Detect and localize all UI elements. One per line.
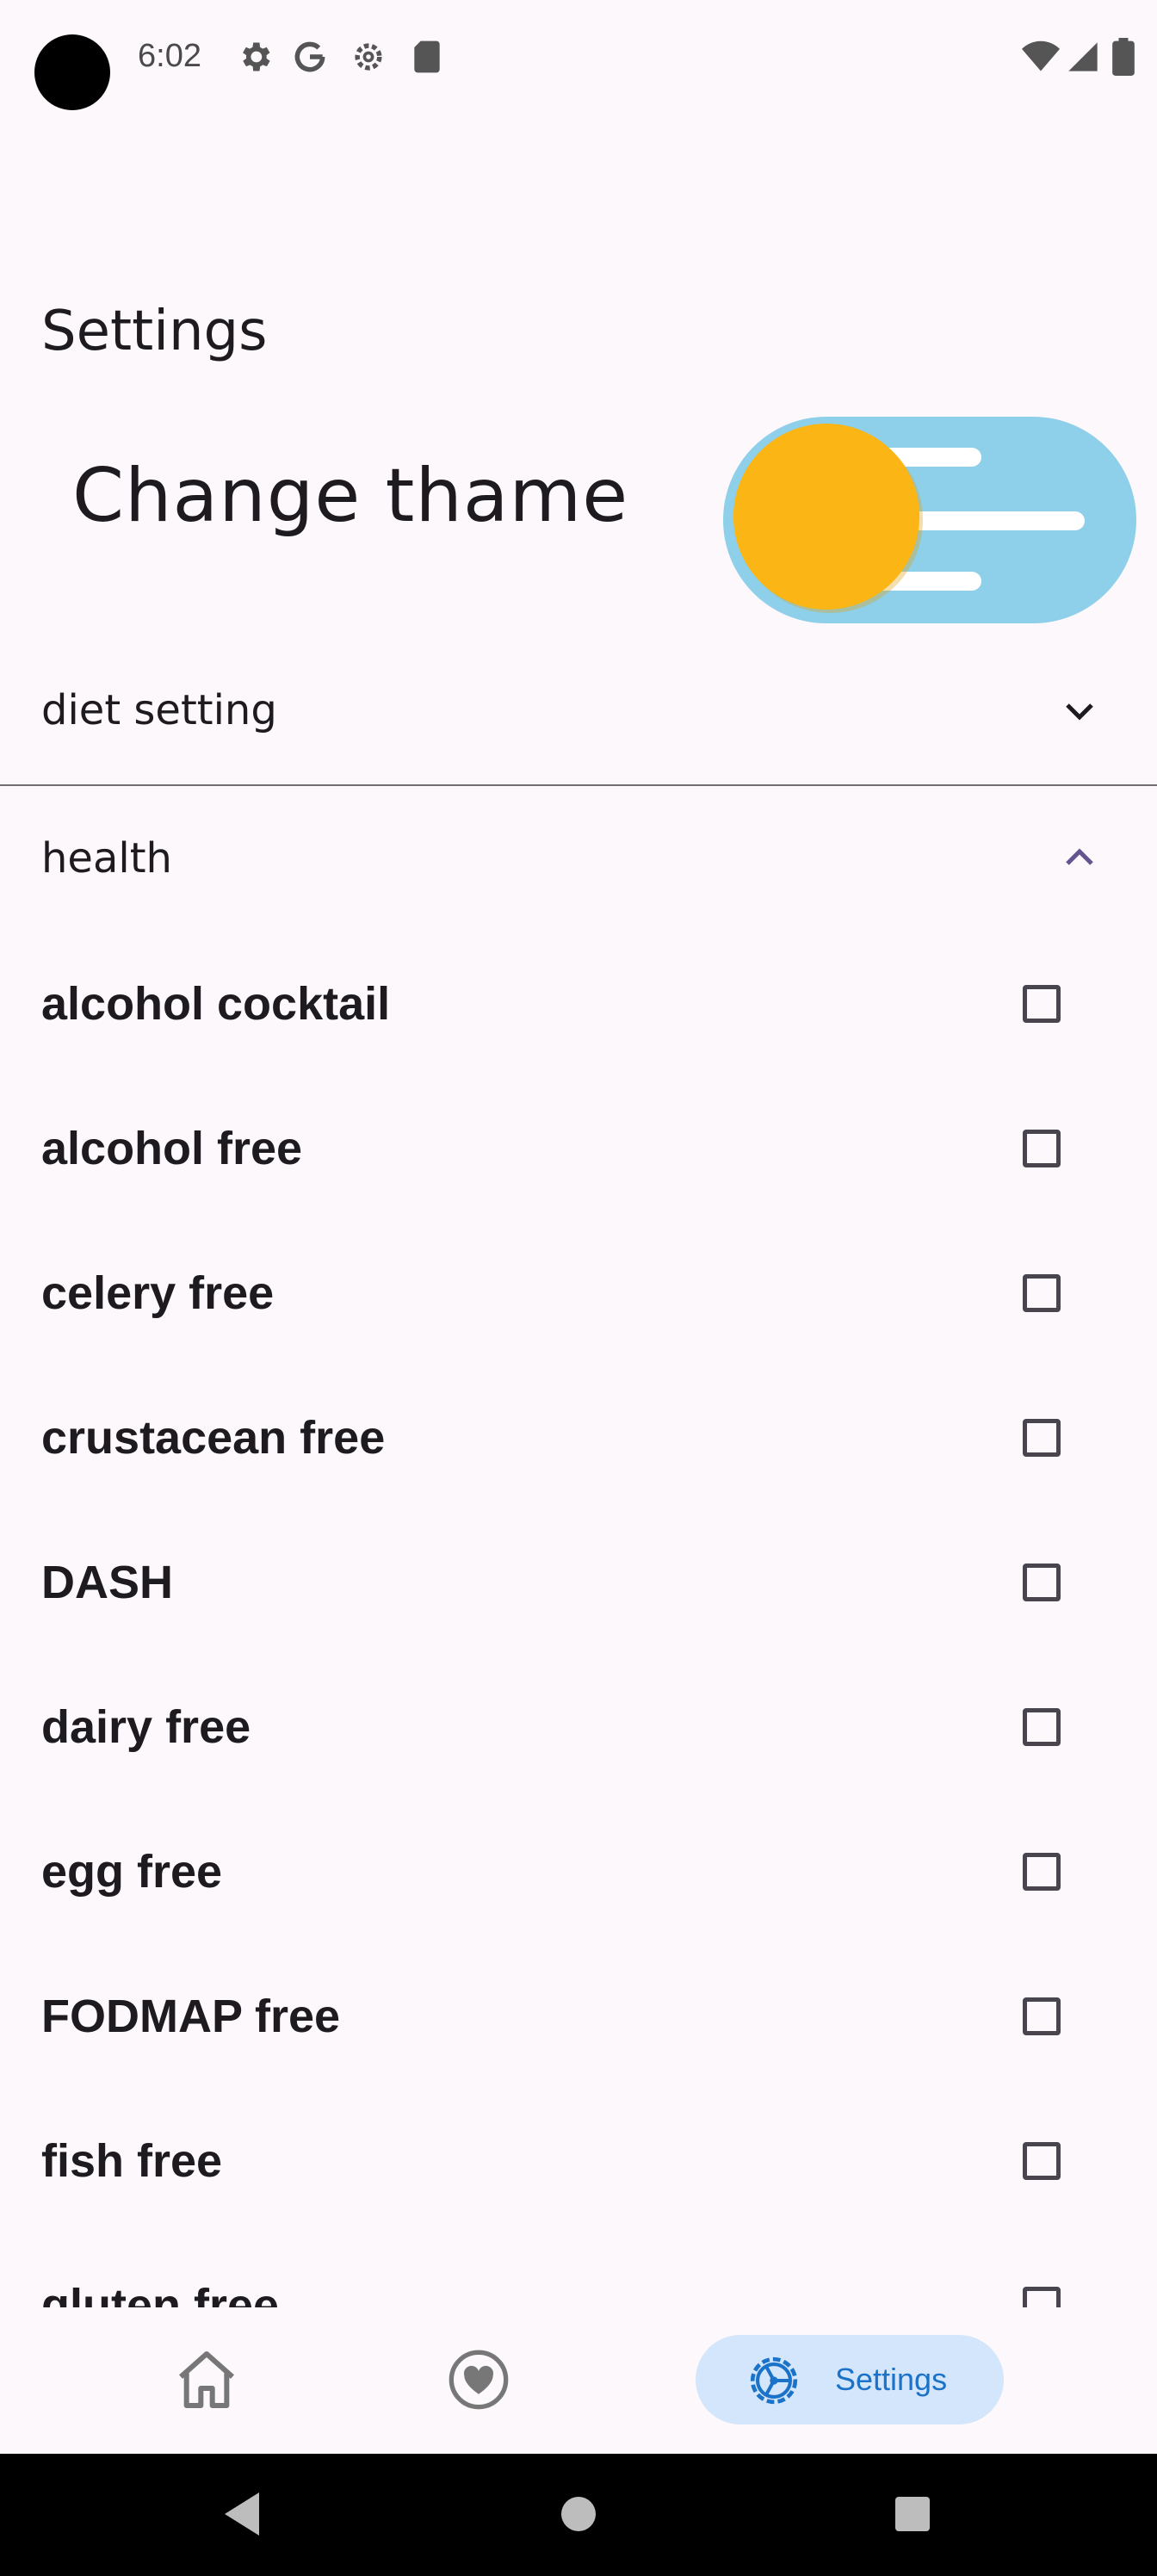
checkbox[interactable] (1023, 1419, 1061, 1457)
health-list[interactable]: alcohol cocktail alcohol free celery fre… (0, 932, 1157, 2307)
back-icon[interactable] (220, 2488, 263, 2540)
page-title: Settings (41, 300, 268, 363)
theme-toggle[interactable] (723, 405, 1136, 625)
battery-icon (1112, 38, 1135, 76)
settings-outline-icon (355, 43, 382, 71)
diet-setting-label: diet setting (41, 686, 277, 734)
list-item[interactable]: FODMAP free (0, 1944, 1157, 2089)
checkbox[interactable] (1023, 985, 1061, 1023)
nav-home[interactable] (164, 2307, 250, 2454)
signal-icon (1068, 42, 1098, 71)
nav-favorites[interactable] (436, 2307, 522, 2454)
item-label: crustacean free (41, 1412, 386, 1464)
checkbox[interactable] (1023, 1130, 1061, 1167)
list-item[interactable]: egg free (0, 1799, 1157, 1944)
health-header[interactable]: health (0, 794, 1157, 923)
sun-icon (733, 424, 919, 610)
checkbox[interactable] (1023, 1564, 1061, 1601)
heart-icon (449, 2350, 509, 2410)
checkbox[interactable] (1023, 2142, 1061, 2180)
home-circle-icon[interactable] (558, 2488, 599, 2540)
diet-setting-header[interactable]: diet setting (0, 646, 1157, 775)
list-item[interactable]: fish free (0, 2089, 1157, 2233)
google-icon (294, 41, 325, 72)
checkbox[interactable] (1023, 1274, 1061, 1312)
status-bar: 6:02 (0, 0, 1157, 121)
list-item[interactable]: alcohol cocktail (0, 932, 1157, 1076)
wifi-icon (1022, 40, 1060, 71)
item-label: alcohol cocktail (41, 978, 391, 1030)
list-item[interactable]: celery free (0, 1221, 1157, 1365)
checkbox[interactable] (1023, 1708, 1061, 1746)
nav-settings[interactable]: Settings (696, 2335, 1004, 2424)
sd-card-icon (414, 40, 440, 73)
list-item[interactable]: DASH (0, 1510, 1157, 1655)
checkbox[interactable] (1023, 1853, 1061, 1891)
home-icon (179, 2351, 234, 2408)
gear-icon (243, 42, 270, 71)
section-divider (0, 784, 1157, 786)
nav-settings-label: Settings (835, 2362, 948, 2397)
checkbox[interactable] (1023, 1997, 1061, 2035)
list-item[interactable]: crustacean free (0, 1365, 1157, 1510)
camera-cutout (34, 34, 110, 110)
item-label: alcohol free (41, 1123, 303, 1174)
chevron-up-icon (1066, 848, 1093, 865)
settings-icon (750, 2356, 798, 2405)
list-item[interactable]: alcohol free (0, 1076, 1157, 1221)
item-label: DASH (41, 1557, 174, 1608)
checkbox[interactable] (1023, 2287, 1061, 2307)
item-label: gluten free (41, 2280, 280, 2307)
item-label: egg free (41, 1846, 223, 1898)
item-label: celery free (41, 1267, 275, 1319)
theme-row: Change thame (0, 405, 1157, 629)
list-item[interactable]: dairy free (0, 1655, 1157, 1799)
status-time: 6:02 (138, 38, 201, 74)
list-item[interactable]: gluten free (0, 2233, 1157, 2307)
health-label: health (41, 834, 172, 882)
item-label: FODMAP free (41, 1991, 341, 2042)
bottom-nav: Settings (0, 2307, 1157, 2454)
theme-label: Change thame (72, 453, 629, 539)
item-label: dairy free (41, 1701, 251, 1753)
recents-icon[interactable] (892, 2488, 933, 2540)
system-nav-bar (0, 2454, 1157, 2576)
item-label: fish free (41, 2135, 223, 2187)
chevron-down-icon (1066, 703, 1093, 721)
